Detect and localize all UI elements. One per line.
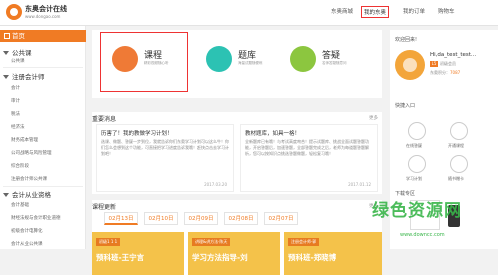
plan-icon[interactable] bbox=[408, 155, 426, 173]
sidebar: 首页 公共课 公共课 注册会计师 会计 审计 税法 经济法 财务成本管理 公司战… bbox=[0, 26, 86, 249]
card-course-sub: 精彩视频随心听 bbox=[144, 61, 169, 65]
sidebar-home-label: 首页 bbox=[12, 32, 25, 40]
notice-panel: 重要消息 更多 历害了！我的教做学习计划！ 选课、做题、答疑一步到位，我就告诉你… bbox=[92, 112, 382, 194]
watermark: 绿色资源网 bbox=[372, 201, 462, 221]
course-card[interactable]: 注册会计师·郭 预科班-郑晓博 bbox=[284, 232, 382, 275]
sidebar-item[interactable]: 财经法规与会计职业道德 bbox=[11, 215, 61, 221]
top-bar: 东奥会计在线 www.dongao.com 东奥商城 我的东奥 我的订单 购物车 bbox=[0, 0, 498, 26]
date-tab[interactable]: 02月09日 bbox=[184, 212, 218, 225]
card-answer-title[interactable]: 答疑 bbox=[322, 48, 340, 61]
course-tag: 初级1 1 1 bbox=[96, 238, 121, 246]
sidebar-item[interactable]: 会计 bbox=[11, 85, 20, 91]
feature-cards: 课程 精彩视频随心听 题库 海量试题随便练 答疑 名师答疑随意问 bbox=[92, 30, 382, 98]
nav-my-orders[interactable]: 我的订单 bbox=[401, 6, 427, 18]
level-text: 初级会员 bbox=[440, 61, 456, 66]
course-card[interactable]: 讲理&讲方法·陈天 学习方法指导-刘 bbox=[188, 232, 280, 275]
quick-item-label[interactable]: 在线答疑 bbox=[406, 143, 422, 149]
logo-title[interactable]: 东奥会计在线 bbox=[25, 4, 67, 14]
book-icon bbox=[112, 46, 138, 72]
logo-icon[interactable] bbox=[6, 4, 22, 20]
notice-card[interactable]: 历害了！我的教做学习计划！ 选课、做题、答疑一步到位，我就告诉你们东奥学习计划可… bbox=[96, 124, 234, 192]
watermark-url: www.downcc.com bbox=[400, 232, 445, 238]
card-icon[interactable] bbox=[450, 155, 468, 173]
sidebar-item[interactable]: 公共课 bbox=[11, 58, 25, 64]
notice-card-title: 教材题库，如具一格！ bbox=[245, 131, 301, 137]
date-tab[interactable]: 02月10日 bbox=[144, 212, 178, 225]
card-questions-title[interactable]: 题库 bbox=[238, 48, 256, 61]
main-content: 课程 精彩视频随心听 题库 海量试题随便练 答疑 名师答疑随意问 重要消息 更多… bbox=[92, 26, 382, 275]
logo-url: www.dongao.com bbox=[25, 14, 61, 19]
quick-entry-title: 快捷入口 bbox=[395, 103, 416, 109]
divider bbox=[3, 186, 83, 187]
home-icon bbox=[4, 33, 10, 39]
course-tag: 讲理&讲方法·陈天 bbox=[192, 238, 231, 246]
username[interactable]: Hi,da_test_test... bbox=[430, 52, 476, 58]
sidebar-section-cpa[interactable]: 注册会计师 bbox=[3, 71, 45, 81]
updates-title: 课程更新 bbox=[92, 204, 117, 211]
quick-item-label[interactable]: 开通课程 bbox=[448, 143, 464, 149]
course-updates-panel: 课程更新 更多 02月13日 02月10日 02月09日 02月08日 02月0… bbox=[92, 200, 382, 275]
notice-title: 重要消息 bbox=[92, 116, 117, 123]
card-course-title: 课程 bbox=[144, 51, 163, 61]
course-title: 预科班-郑晓博 bbox=[288, 253, 337, 262]
quick-item-label[interactable]: 随书赠卡 bbox=[448, 176, 464, 182]
sidebar-section-accounting[interactable]: 会计从业资格 bbox=[3, 189, 51, 199]
sidebar-item[interactable]: 财务成本管理 bbox=[11, 137, 38, 143]
notice-card-body: 全新题库已有哦！与考试高度吻合！提示试题库、挑战全面试题答题功能，开启答题后，加… bbox=[245, 139, 369, 156]
open-course-icon[interactable] bbox=[450, 122, 468, 140]
notice-more-link[interactable]: 更多 bbox=[369, 115, 378, 121]
chat-icon[interactable] bbox=[290, 46, 316, 72]
nav-shop[interactable]: 东奥商城 bbox=[329, 6, 355, 18]
notice-card[interactable]: 教材题库，如具一格！ 全新题库已有哦！与考试高度吻合！提示试题库、挑战全面试题答… bbox=[240, 124, 378, 192]
notice-card-body: 选课、做题、答疑一步到位，我就告诉你们东奥学习计划可以这么牛！你们怎么会想到这个… bbox=[101, 139, 229, 156]
notice-card-date: 2017.01.12 bbox=[348, 182, 371, 187]
level-badge: L5 bbox=[430, 61, 438, 67]
course-tag: 注册会计师·郭 bbox=[288, 238, 320, 246]
pencil-icon[interactable] bbox=[206, 46, 232, 72]
caret-down-icon bbox=[3, 75, 9, 79]
sidebar-item[interactable]: 公司战略与风险管理 bbox=[11, 150, 52, 156]
date-tab[interactable]: 02月13日 bbox=[104, 212, 138, 225]
date-tab[interactable]: 02月07日 bbox=[264, 212, 298, 225]
sidebar-item[interactable]: 经济法 bbox=[11, 124, 25, 130]
notice-card-title: 历害了！我的教做学习计划！ bbox=[101, 131, 173, 137]
card-answer-sub: 名师答疑随意问 bbox=[322, 61, 347, 65]
qa-icon[interactable] bbox=[408, 122, 426, 140]
sidebar-section-public[interactable]: 公共课 bbox=[3, 47, 32, 57]
sidebar-item[interactable]: 初级会计电算化 bbox=[11, 228, 43, 234]
nav-cart[interactable]: 购物车 bbox=[436, 6, 457, 18]
sidebar-item[interactable]: 综合阶段 bbox=[11, 163, 29, 169]
sidebar-item[interactable]: 会计从业公共课 bbox=[11, 241, 43, 247]
sidebar-item[interactable]: 税法 bbox=[11, 111, 20, 117]
points: 东奥积分：7087 bbox=[430, 70, 461, 75]
card-questions-sub: 海量试题随便练 bbox=[238, 61, 263, 65]
notice-card-date: 2017.03.20 bbox=[204, 182, 227, 187]
date-tab[interactable]: 02月08日 bbox=[224, 212, 258, 225]
nav-my-dongao[interactable]: 我的东奥 bbox=[361, 6, 390, 18]
welcome-text: 欢迎回来! bbox=[395, 37, 418, 43]
caret-down-icon bbox=[3, 193, 9, 197]
caret-down-icon bbox=[3, 51, 9, 55]
sidebar-item[interactable]: 审计 bbox=[11, 98, 20, 104]
sidebar-item[interactable]: 注册会计师公共课 bbox=[11, 176, 47, 182]
course-card[interactable]: 初级1 1 1 预科班-王宁言 bbox=[92, 232, 184, 275]
sidebar-item[interactable]: 会计基础 bbox=[11, 202, 29, 208]
divider bbox=[3, 67, 83, 68]
quick-item-label[interactable]: 学习计划 bbox=[406, 176, 422, 182]
sidebar-item-home[interactable]: 首页 bbox=[0, 30, 86, 42]
course-title: 学习方法指导-刘 bbox=[192, 253, 248, 262]
course-title: 预科班-王宁言 bbox=[96, 253, 145, 262]
avatar[interactable] bbox=[395, 50, 425, 80]
